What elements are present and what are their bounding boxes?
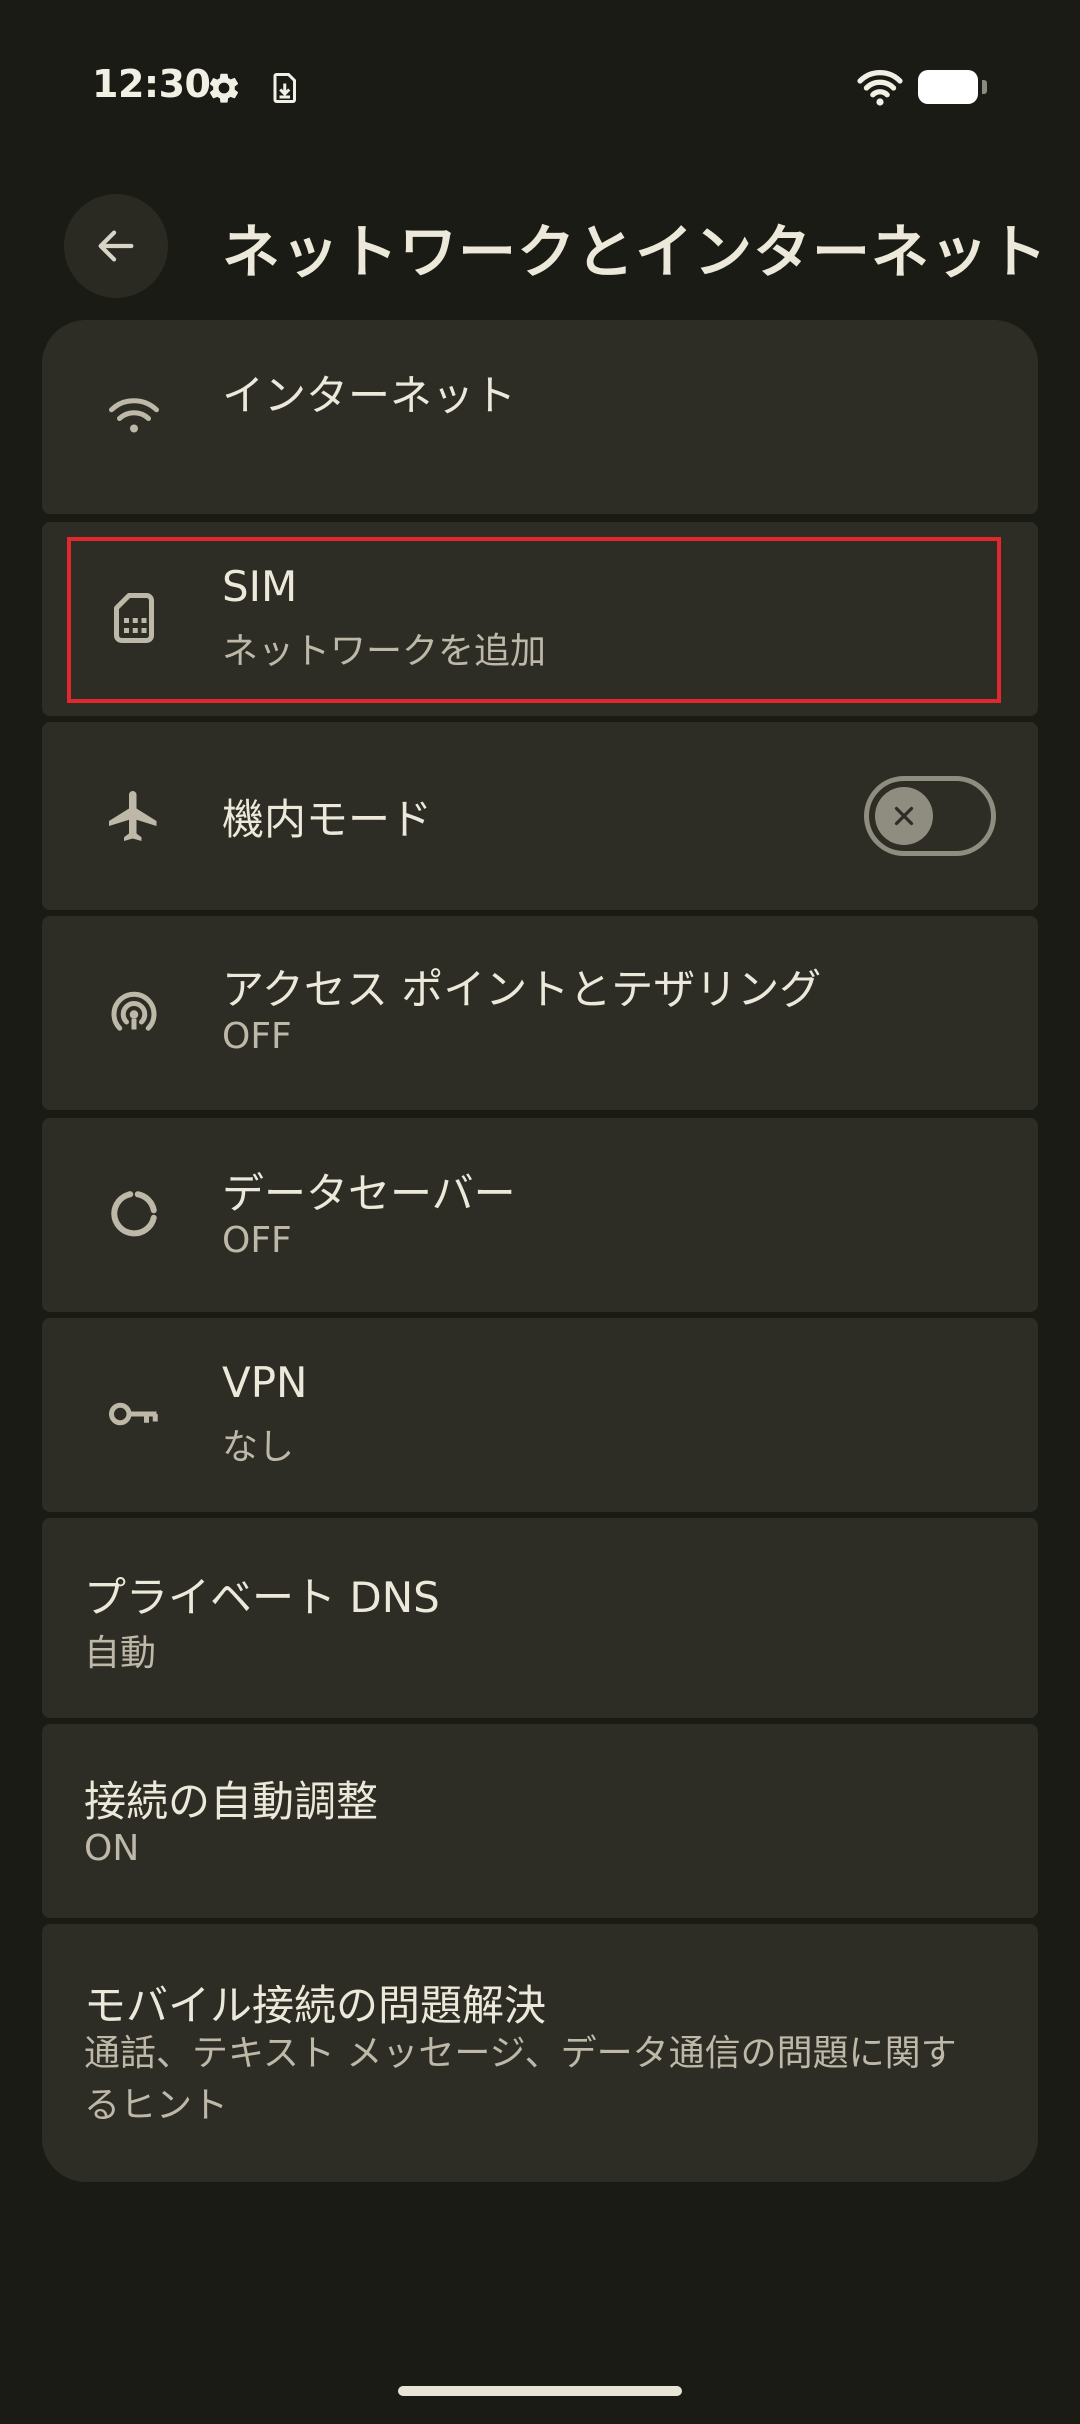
toggle-knob (875, 787, 933, 845)
sim-item[interactable]: SIM ネットワークを追加 (42, 522, 1038, 716)
vpn-key-icon (104, 1384, 164, 1444)
private-dns-item[interactable]: プライベート DNS 自動 (42, 1518, 1038, 1718)
sim-card-icon (104, 588, 164, 648)
mobile-troubleshoot-title: モバイル接続の問題解決 (84, 1981, 547, 2030)
download-icon (266, 68, 302, 108)
wifi-icon (856, 66, 904, 106)
vpn-subtitle: なし (222, 1427, 295, 1468)
private-dns-subtitle: 自動 (84, 1633, 157, 1674)
data-saver-item[interactable]: データセーバー OFF (42, 1118, 1038, 1312)
vpn-title: VPN (222, 1358, 308, 1407)
hotspot-subtitle: OFF (222, 1016, 292, 1057)
data-saver-subtitle: OFF (222, 1220, 292, 1261)
hotspot-title: アクセス ポイントとテザリング (222, 965, 822, 1014)
airplane-mode-toggle[interactable] (864, 776, 996, 856)
battery-tip (982, 80, 987, 94)
internet-title: インターネット (222, 371, 517, 420)
adaptive-subtitle: ON (84, 1828, 140, 1869)
airplane-icon (104, 786, 164, 846)
sim-title: SIM (222, 562, 298, 611)
home-indicator[interactable] (398, 2386, 682, 2396)
back-button[interactable] (64, 194, 168, 298)
adaptive-connectivity-item[interactable]: 接続の自動調整 ON (42, 1724, 1038, 1918)
close-icon (894, 806, 914, 826)
vpn-item[interactable]: VPN なし (42, 1318, 1038, 1512)
battery-icon (918, 70, 978, 104)
private-dns-title: プライベート DNS (84, 1573, 440, 1622)
hotspot-tethering-item[interactable]: アクセス ポイントとテザリング OFF (42, 916, 1038, 1110)
airplane-title: 機内モード (222, 795, 433, 844)
mobile-troubleshoot-subtitle: 通話、テキスト メッセージ、データ通信の問題に関するヒント (84, 2033, 957, 2126)
hotspot-icon (104, 982, 164, 1042)
airplane-mode-item[interactable]: 機内モード (42, 722, 1038, 910)
data-saver-title: データセーバー (222, 1169, 516, 1218)
status-bar: 12:30 (0, 0, 1080, 130)
adaptive-title: 接続の自動調整 (84, 1777, 379, 1826)
page-title: ネットワークとインターネット (222, 218, 1049, 286)
mobile-troubleshoot-item[interactable]: モバイル接続の問題解決 通話、テキスト メッセージ、データ通信の問題に関するヒン… (42, 1924, 1038, 2182)
data-saver-icon (104, 1184, 164, 1244)
sim-subtitle: ネットワークを追加 (222, 631, 547, 672)
settings-gear-icon (206, 68, 242, 108)
arrow-back-icon (98, 230, 134, 262)
internet-item[interactable]: インターネット (42, 320, 1038, 514)
status-time: 12:30 (92, 62, 211, 106)
wifi-icon (104, 386, 164, 446)
